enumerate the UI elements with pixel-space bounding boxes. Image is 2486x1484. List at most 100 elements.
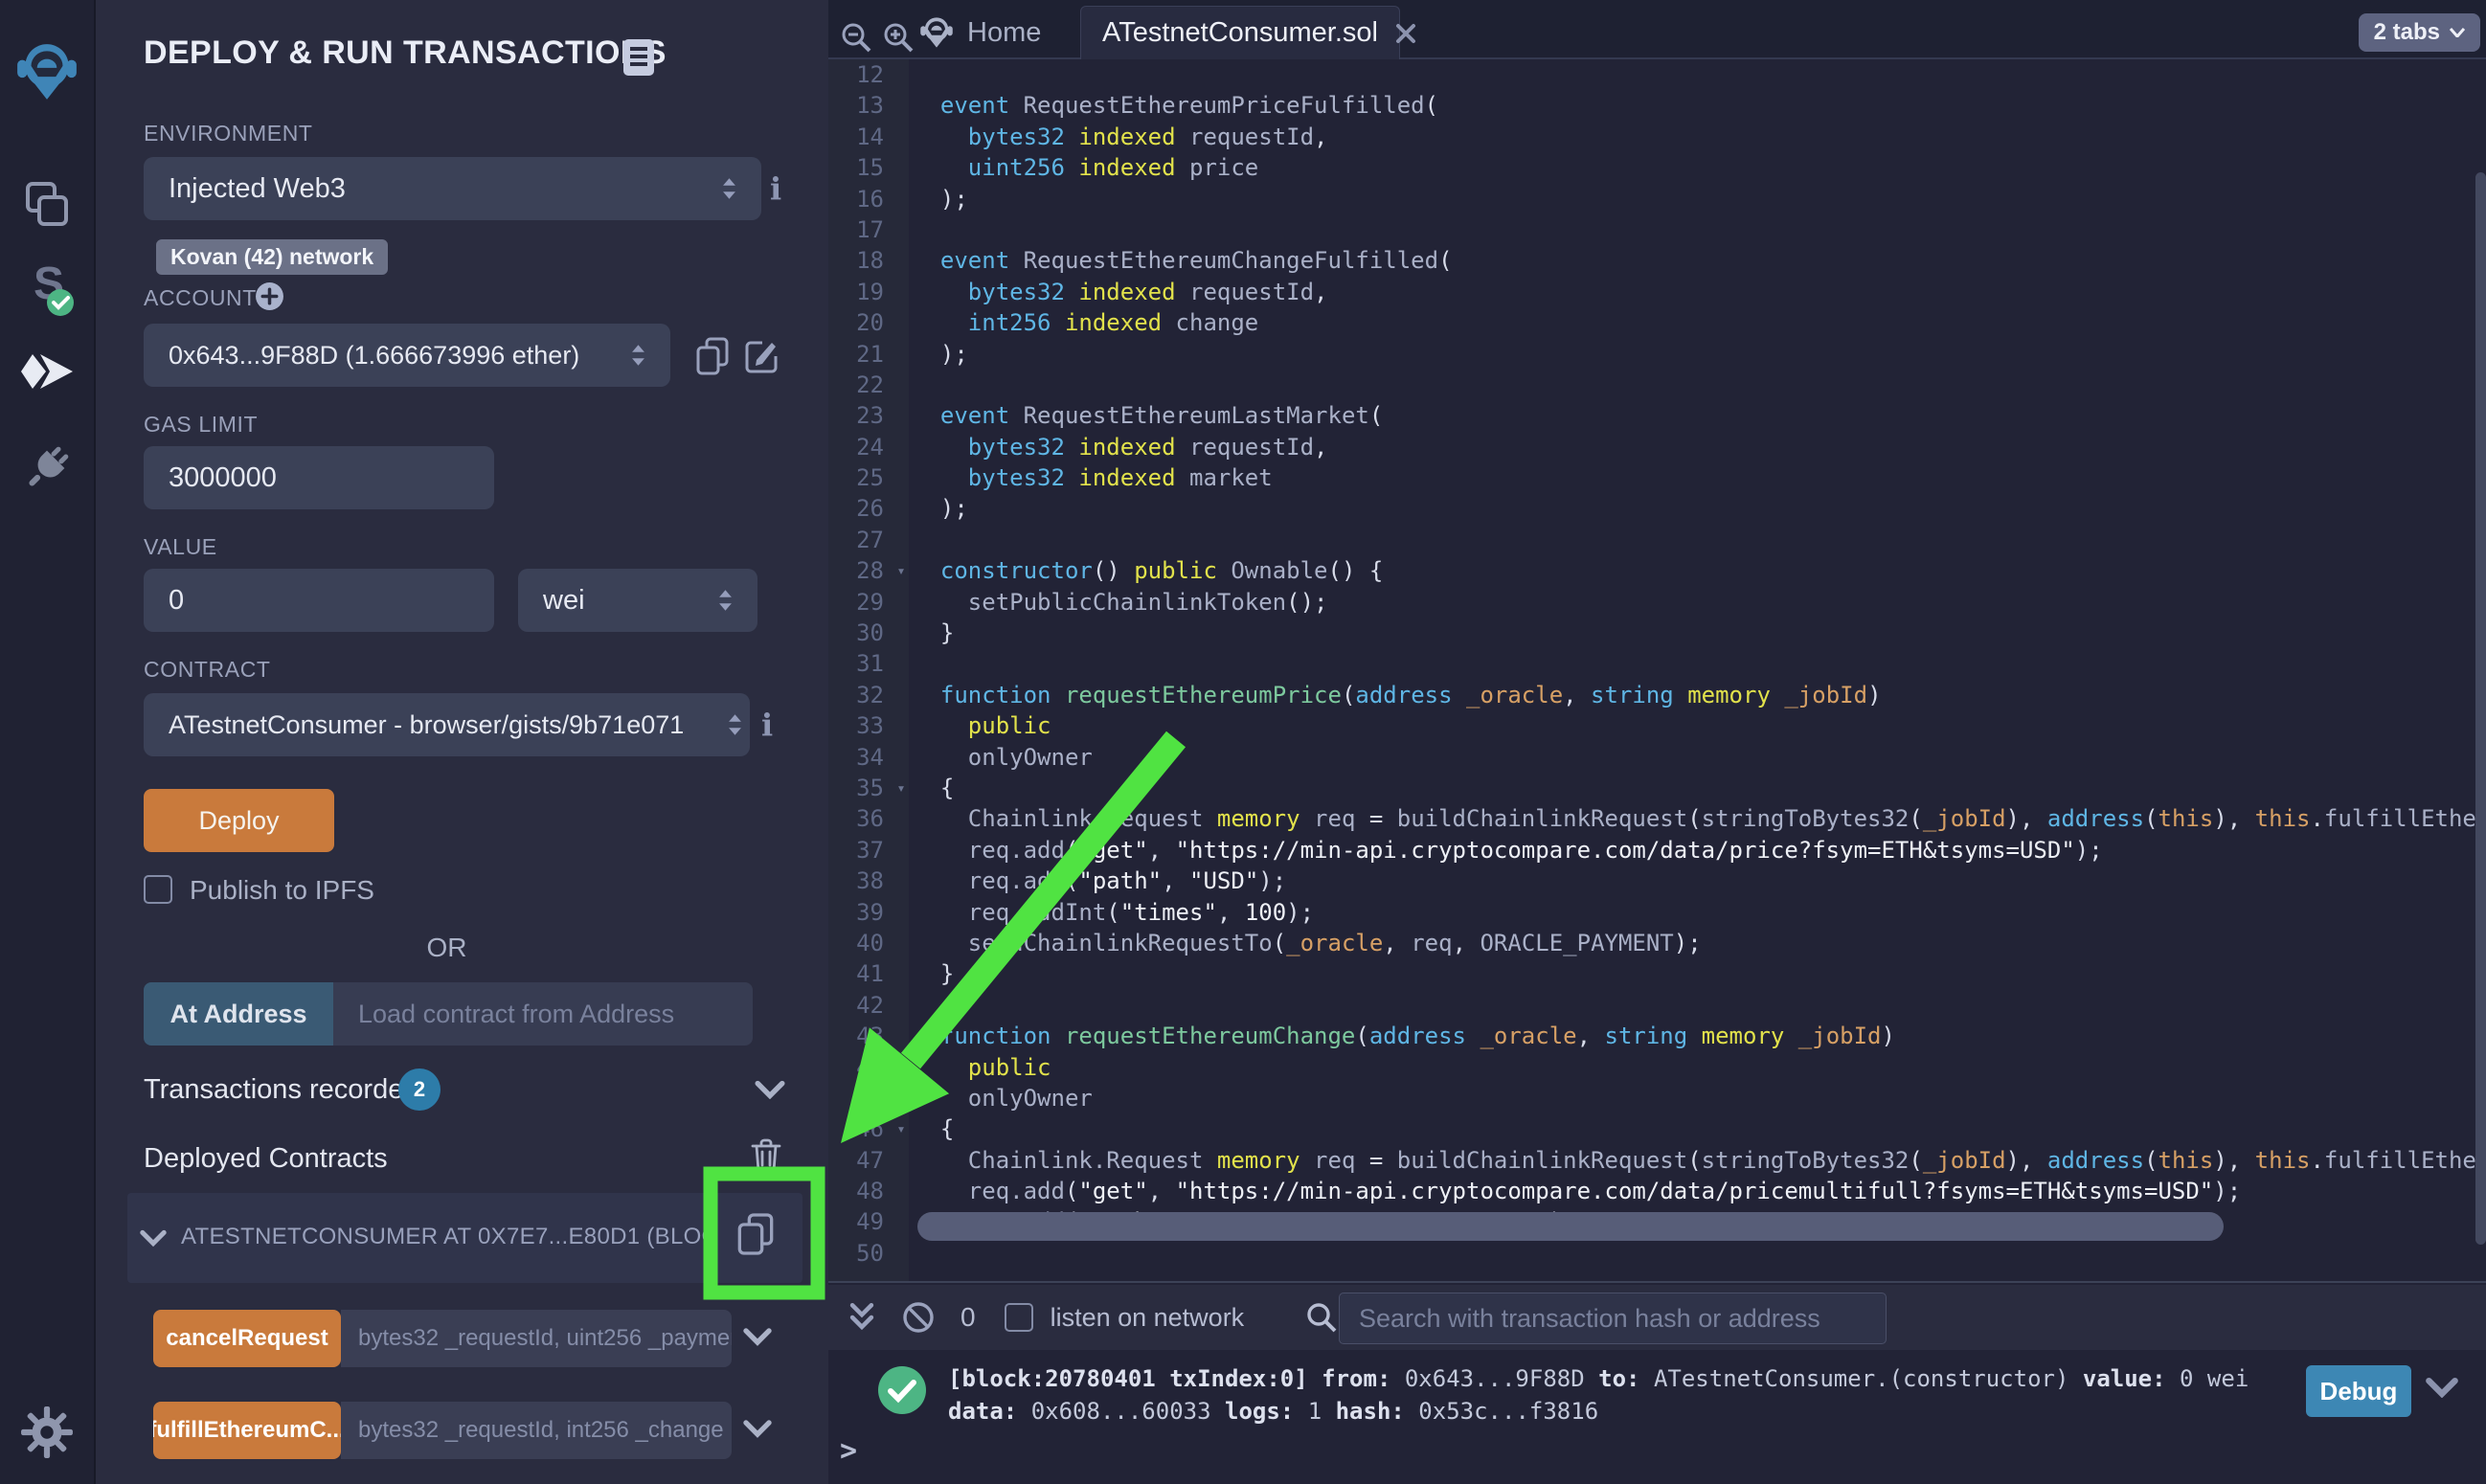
remix-home-icon [919,14,954,51]
trash-icon[interactable] [750,1137,782,1176]
select-spinner-icon [728,713,742,736]
cancel-request-params[interactable]: bytes32 _requestId, uint256 _payment, by [341,1310,732,1367]
at-address-button[interactable]: At Address [144,982,333,1046]
activity-bar: S [0,0,96,1484]
code-line: 41 } [828,958,2486,989]
close-tab-icon[interactable] [1395,23,1416,44]
select-spinner-icon [631,344,645,367]
code-line: 42 [828,990,2486,1021]
tabs-count-badge[interactable]: 2 tabs [2359,13,2480,52]
log-chevron-down-icon[interactable] [2426,1377,2458,1398]
deployed-contracts-label: Deployed Contracts [144,1143,388,1175]
code-line: 46▾ { [828,1113,2486,1144]
environment-label: ENVIRONMENT [144,121,313,146]
or-divider-label: OR [96,933,798,963]
value-unit-select[interactable]: wei [518,569,757,632]
value-label: VALUE [144,534,217,560]
code-line: 38 req.add("path", "USD"); [828,866,2486,896]
contract-select[interactable]: ATestnetConsumer - browser/gists/9b71e07… [144,693,750,756]
code-line: 17 [828,214,2486,245]
code-line: 31 [828,648,2486,679]
deploy-run-panel: DEPLOY & RUN TRANSACTIONS ENVIRONMENT In… [96,0,828,1484]
tab-home-label: Home [967,17,1041,49]
zoom-in-icon[interactable] [882,21,915,54]
contract-chevron-down-icon[interactable] [140,1229,167,1247]
expand-terminal-icon[interactable] [848,1301,876,1334]
code-editor: Home ATestnetConsumer.sol 2 tabs 1213 ev… [828,0,2486,1281]
tab-active-file[interactable]: ATestnetConsumer.sol [1080,6,1400,59]
tab-file-label: ATestnetConsumer.sol [1102,17,1378,49]
code-line: 12 [828,59,2486,90]
edit-account-icon[interactable] [743,337,780,373]
add-account-icon[interactable] [255,281,284,311]
code-line: 40 sendChainlinkRequestTo(_oracle, req, … [828,928,2486,958]
network-badge: Kovan (42) network [156,239,388,275]
select-spinner-icon [722,177,736,200]
code-line: 47 Chainlink.Request memory req = buildC… [828,1145,2486,1176]
debug-button[interactable]: Debug [2306,1365,2411,1417]
value-input[interactable] [144,569,494,632]
code-line: 18 event RequestEthereumChangeFulfilled( [828,245,2486,276]
gas-limit-field[interactable] [169,462,469,494]
environment-select[interactable]: Injected Web3 [144,157,761,220]
copy-contract-address-icon[interactable] [736,1212,775,1256]
code-line: 16 ); [828,184,2486,214]
deployed-contract-title: ATESTNETCONSUMER AT 0X7E7...E80D1 (BLOCK… [181,1224,710,1250]
fulfill-ethereum-change-params[interactable]: bytes32 _requestId, int256 _change [341,1402,732,1459]
listen-on-network-checkbox[interactable] [1005,1303,1033,1332]
cancel-request-chevron-down-icon[interactable] [743,1327,772,1346]
value-field[interactable] [169,585,469,617]
transactions-chevron-down-icon[interactable] [755,1080,785,1099]
deploy-and-run-icon[interactable] [19,352,75,402]
terminal-search-input[interactable] [1339,1293,1887,1344]
code-line: 14 bytes32 indexed requestId, [828,122,2486,152]
clear-console-icon[interactable] [901,1300,936,1335]
pending-tx-count: 0 [960,1302,976,1333]
code-line: 19 bytes32 indexed requestId, [828,277,2486,307]
at-address-field[interactable] [358,1000,728,1029]
tx-log-line-1[interactable]: [block:20780401 txIndex:0] from: 0x643..… [948,1365,2249,1392]
publish-ipfs-checkbox[interactable] [144,875,172,904]
zoom-out-icon[interactable] [840,21,872,54]
code-line: 32 function requestEthereumPrice(address… [828,680,2486,710]
file-explorer-icon[interactable] [20,178,74,232]
deploy-button[interactable]: Deploy [144,789,334,852]
transactions-recorded-label: Transactions recorded [144,1074,418,1106]
plugin-manager-icon[interactable] [19,440,75,496]
code-line: 30 } [828,618,2486,648]
account-select[interactable]: 0x643...9F88D (1.666673996 ether) [144,324,670,387]
deployed-contract-card[interactable]: ATESTNETCONSUMER AT 0X7E7...E80D1 (BLOCK… [127,1193,802,1283]
gas-limit-input[interactable] [144,446,494,509]
vertical-scrollbar[interactable] [2475,172,2486,1245]
code-line: 45 onlyOwner [828,1083,2486,1113]
code-line: 20 int256 indexed change [828,307,2486,338]
code-line: 35▾ { [828,773,2486,803]
code-line: 34 onlyOwner [828,742,2486,773]
code-lines[interactable]: 1213 event RequestEthereumPriceFulfilled… [828,59,2486,1281]
tx-log-line-2[interactable]: data: 0x608...60033 logs: 1 hash: 0x53c.… [948,1398,1598,1425]
gas-limit-label: GAS LIMIT [144,412,258,438]
fulfill-chevron-down-icon[interactable] [743,1419,772,1438]
solidity-compiler-icon[interactable]: S [16,257,78,320]
doc-link-icon[interactable] [622,38,655,77]
code-line: 37 req.add("get", "https://min-api.crypt… [828,835,2486,866]
terminal-search-field[interactable] [1359,1304,1866,1334]
tab-home[interactable]: Home [919,8,1041,57]
cancel-request-button[interactable]: cancelRequest [153,1310,341,1367]
terminal-header: 0 listen on network [828,1285,2486,1350]
environment-info-icon[interactable]: i [770,170,781,207]
remix-logo-icon[interactable] [15,38,79,105]
settings-gear-icon[interactable] [20,1405,74,1459]
code-line: 25 bytes32 indexed market [828,462,2486,493]
tabs-count-label: 2 tabs [2374,19,2440,46]
fulfill-ethereum-change-button[interactable]: fulfillEthereumC... [153,1402,341,1459]
at-address-input[interactable] [333,982,753,1046]
code-line: 15 uint256 indexed price [828,152,2486,183]
horizontal-scrollbar[interactable] [917,1212,2224,1241]
copy-account-icon[interactable] [695,337,730,375]
terminal-prompt[interactable]: > [840,1434,857,1468]
publish-ipfs-label: Publish to IPFS [190,875,374,906]
contract-info-icon[interactable]: i [761,707,773,743]
code-line: 43 function requestEthereumChange(addres… [828,1021,2486,1051]
code-line: 28▾ constructor() public Ownable() { [828,555,2486,586]
